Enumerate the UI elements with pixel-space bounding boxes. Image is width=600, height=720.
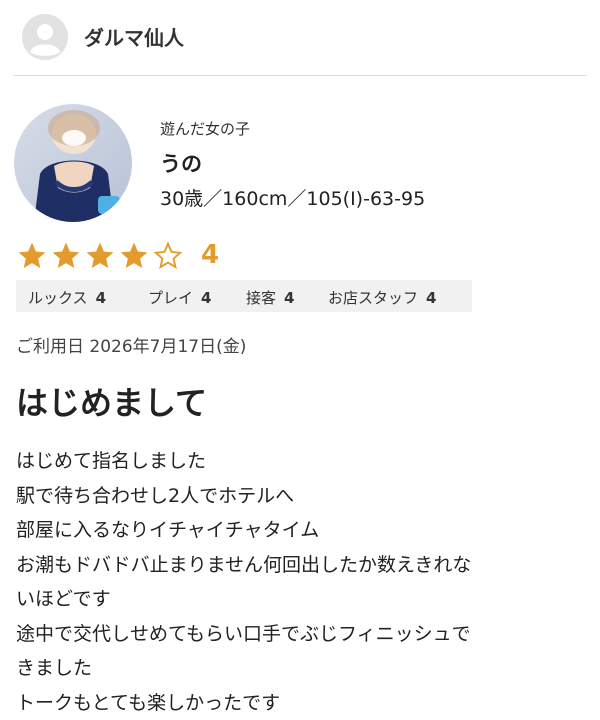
score-staff: お店スタッフ 4 [328, 287, 436, 308]
visit-date: ご利用日 2026年7月17日(金) [16, 332, 246, 357]
score-value: 4 [426, 289, 436, 307]
score-label: ルックス [28, 289, 88, 307]
review-line: 部屋に入るなりイチャイチャタイム [16, 513, 586, 548]
star-filled-icon [118, 240, 150, 272]
star-filled-icon [16, 240, 48, 272]
rating-value: 4 [201, 240, 219, 270]
score-looks: ルックス 4 [28, 287, 106, 308]
score-play: プレイ 4 [148, 287, 211, 308]
score-breakdown: ルックス 4 プレイ 4 接客 4 お店スタッフ 4 [16, 280, 472, 312]
score-label: プレイ [148, 289, 193, 307]
review-line: トークもとても楽しかったです [16, 686, 586, 720]
score-label: 接客 [246, 289, 276, 307]
review-line: いほどです [16, 582, 586, 617]
header-divider [14, 75, 586, 76]
review-line: お潮もドバドバ止まりません何回出したか数えきれな [16, 548, 586, 583]
girl-name[interactable]: うの [160, 148, 202, 178]
girl-caption: 遊んだ女の子 [160, 118, 250, 139]
review-line: 途中で交代しせめてもらい口手でぶじフィニッシュで [16, 617, 586, 652]
review-body: はじめて指名しました 駅で待ち合わせし2人でホテルへ 部屋に入るなりイチャイチャ… [16, 444, 586, 720]
review-line: 駅で待ち合わせし2人でホテルへ [16, 479, 586, 514]
score-value: 4 [201, 289, 211, 307]
score-value: 4 [284, 289, 294, 307]
girl-specs: 30歳／160cm／105(I)-63-95 [160, 184, 425, 211]
user-avatar-icon[interactable] [22, 14, 68, 60]
girl-photo[interactable] [14, 104, 132, 222]
review-title: はじめまして [16, 378, 207, 424]
score-value: 4 [96, 289, 106, 307]
star-empty-icon [152, 240, 184, 272]
reviewer-name[interactable]: ダルマ仙人 [84, 22, 184, 51]
star-filled-icon [84, 240, 116, 272]
review-line: きました [16, 651, 586, 686]
score-label: お店スタッフ [328, 289, 418, 307]
score-service: 接客 4 [246, 287, 294, 308]
star-filled-icon [50, 240, 82, 272]
review-line: はじめて指名しました [16, 444, 586, 479]
review-header: ダルマ仙人 [0, 0, 600, 76]
